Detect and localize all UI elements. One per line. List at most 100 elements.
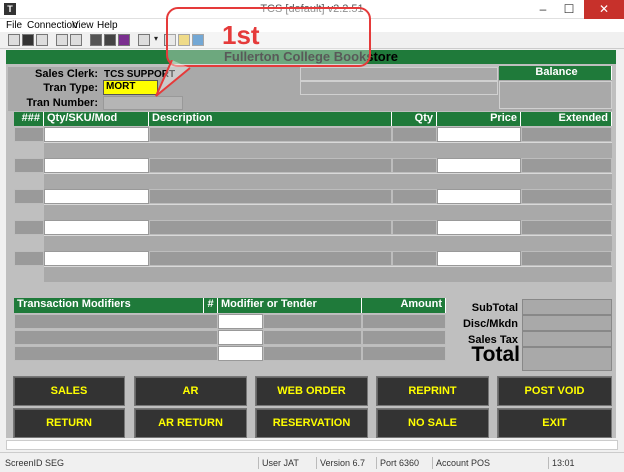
save-icon[interactable] xyxy=(22,34,34,46)
col-price: Price xyxy=(437,112,521,126)
pos-form: Fullerton College Bookstore Sales Clerk:… xyxy=(6,50,616,438)
col-qty-sku-mod: Qty/SKU/Mod xyxy=(44,112,149,126)
price-input[interactable] xyxy=(437,251,521,266)
dropdown-arrow-icon[interactable]: ▾ xyxy=(150,34,162,46)
sku-input[interactable] xyxy=(44,189,149,204)
new-icon[interactable] xyxy=(8,34,20,46)
description-cell xyxy=(149,220,392,235)
sku-input[interactable] xyxy=(44,127,149,142)
price-input[interactable] xyxy=(437,127,521,142)
col-line-number: ### xyxy=(14,112,44,126)
description-cell xyxy=(149,189,392,204)
amount-cell xyxy=(362,346,446,361)
lock-icon[interactable] xyxy=(56,34,68,46)
total-value xyxy=(522,347,612,371)
line-number-cell xyxy=(14,158,44,173)
col-modifier-number: # xyxy=(204,298,218,313)
qty-cell xyxy=(392,251,437,266)
tender-cell xyxy=(263,330,362,345)
tran-type-label: Tran Type: xyxy=(43,82,98,94)
disc-mkdn-label: Disc/Mkdn xyxy=(462,318,518,330)
amount-cell xyxy=(362,314,446,329)
maximize-button[interactable]: ☐ xyxy=(556,0,582,19)
terminal-icon[interactable] xyxy=(90,34,102,46)
return-button[interactable]: RETURN xyxy=(13,408,125,438)
minimize-button[interactable]: – xyxy=(530,0,556,19)
ar-return-button[interactable]: AR RETURN xyxy=(134,408,247,438)
sales-button[interactable]: SALES xyxy=(13,376,125,406)
line-number-cell xyxy=(14,127,44,142)
item-sub-row xyxy=(44,142,612,158)
extended-cell xyxy=(521,158,612,173)
item-sub-row xyxy=(44,173,612,189)
menu-connection[interactable]: Connection xyxy=(27,19,78,32)
header-info-cell xyxy=(300,67,498,81)
document-icon[interactable] xyxy=(138,34,150,46)
annotation-callout xyxy=(166,7,371,67)
sku-input[interactable] xyxy=(44,220,149,235)
extended-cell xyxy=(521,189,612,204)
reprint-button[interactable]: REPRINT xyxy=(376,376,489,406)
reservation-button[interactable]: RESERVATION xyxy=(255,408,368,438)
annotation-pointer xyxy=(155,60,191,97)
status-port: Port 6360 xyxy=(376,457,432,469)
message-line xyxy=(6,440,618,450)
tender-cell xyxy=(263,314,362,329)
item-sub-row xyxy=(44,266,612,282)
book-icon[interactable] xyxy=(118,34,130,46)
modifier-input[interactable] xyxy=(218,330,263,345)
tender-cell xyxy=(263,346,362,361)
col-description: Description xyxy=(149,112,392,126)
header-info-cell xyxy=(300,81,498,95)
sales-clerk-label: Sales Clerk: xyxy=(35,68,98,80)
balance-label: Balance xyxy=(499,66,612,80)
balance-value xyxy=(499,81,612,109)
web-order-button[interactable]: WEB ORDER xyxy=(255,376,368,406)
ar-button[interactable]: AR xyxy=(134,376,247,406)
annotation-pointer-line xyxy=(155,60,191,97)
extended-cell xyxy=(521,220,612,235)
close-button[interactable]: ✕ xyxy=(584,0,624,19)
annotation-label: 1st xyxy=(222,20,260,50)
status-version: Version 6.7 xyxy=(316,457,376,469)
monitor-icon[interactable] xyxy=(104,34,116,46)
no-sale-button[interactable]: NO SALE xyxy=(376,408,489,438)
status-bar: ScreenID SEG User JAT Version 6.7 Port 6… xyxy=(0,452,624,472)
description-cell xyxy=(149,251,392,266)
modifier-row xyxy=(14,314,218,329)
price-input[interactable] xyxy=(437,158,521,173)
item-sub-row xyxy=(44,204,612,220)
col-transaction-modifiers: Transaction Modifiers xyxy=(14,298,204,313)
modifier-row xyxy=(14,346,218,361)
tran-number-label: Tran Number: xyxy=(26,97,98,109)
status-account: Account POS xyxy=(432,457,502,469)
sales-tax-value xyxy=(522,331,612,347)
disc-mkdn-value xyxy=(522,315,612,331)
menu-help[interactable]: Help xyxy=(97,19,118,32)
price-input[interactable] xyxy=(437,189,521,204)
sku-input[interactable] xyxy=(44,158,149,173)
subtotal-label: SubTotal xyxy=(471,302,518,314)
col-qty: Qty xyxy=(392,112,437,126)
col-extended: Extended xyxy=(521,112,612,126)
qty-cell xyxy=(392,189,437,204)
status-screen-id: ScreenID SEG xyxy=(5,458,65,468)
post-void-button[interactable]: POST VOID xyxy=(497,376,612,406)
modifier-row xyxy=(14,330,218,345)
amount-cell xyxy=(362,330,446,345)
status-user: User JAT xyxy=(258,457,316,469)
open-icon[interactable] xyxy=(36,34,48,46)
line-number-cell xyxy=(14,251,44,266)
price-input[interactable] xyxy=(437,220,521,235)
exit-button[interactable]: EXIT xyxy=(497,408,612,438)
sku-input[interactable] xyxy=(44,251,149,266)
qty-cell xyxy=(392,127,437,142)
col-modifier-or-tender: Modifier or Tender xyxy=(218,298,362,313)
extended-cell xyxy=(521,251,612,266)
modifier-input[interactable] xyxy=(218,346,263,361)
menu-view[interactable]: View xyxy=(72,19,94,32)
menu-file[interactable]: File xyxy=(6,19,22,32)
modifier-input[interactable] xyxy=(218,314,263,329)
status-time: 13:01 xyxy=(548,457,584,469)
print-icon[interactable] xyxy=(70,34,82,46)
